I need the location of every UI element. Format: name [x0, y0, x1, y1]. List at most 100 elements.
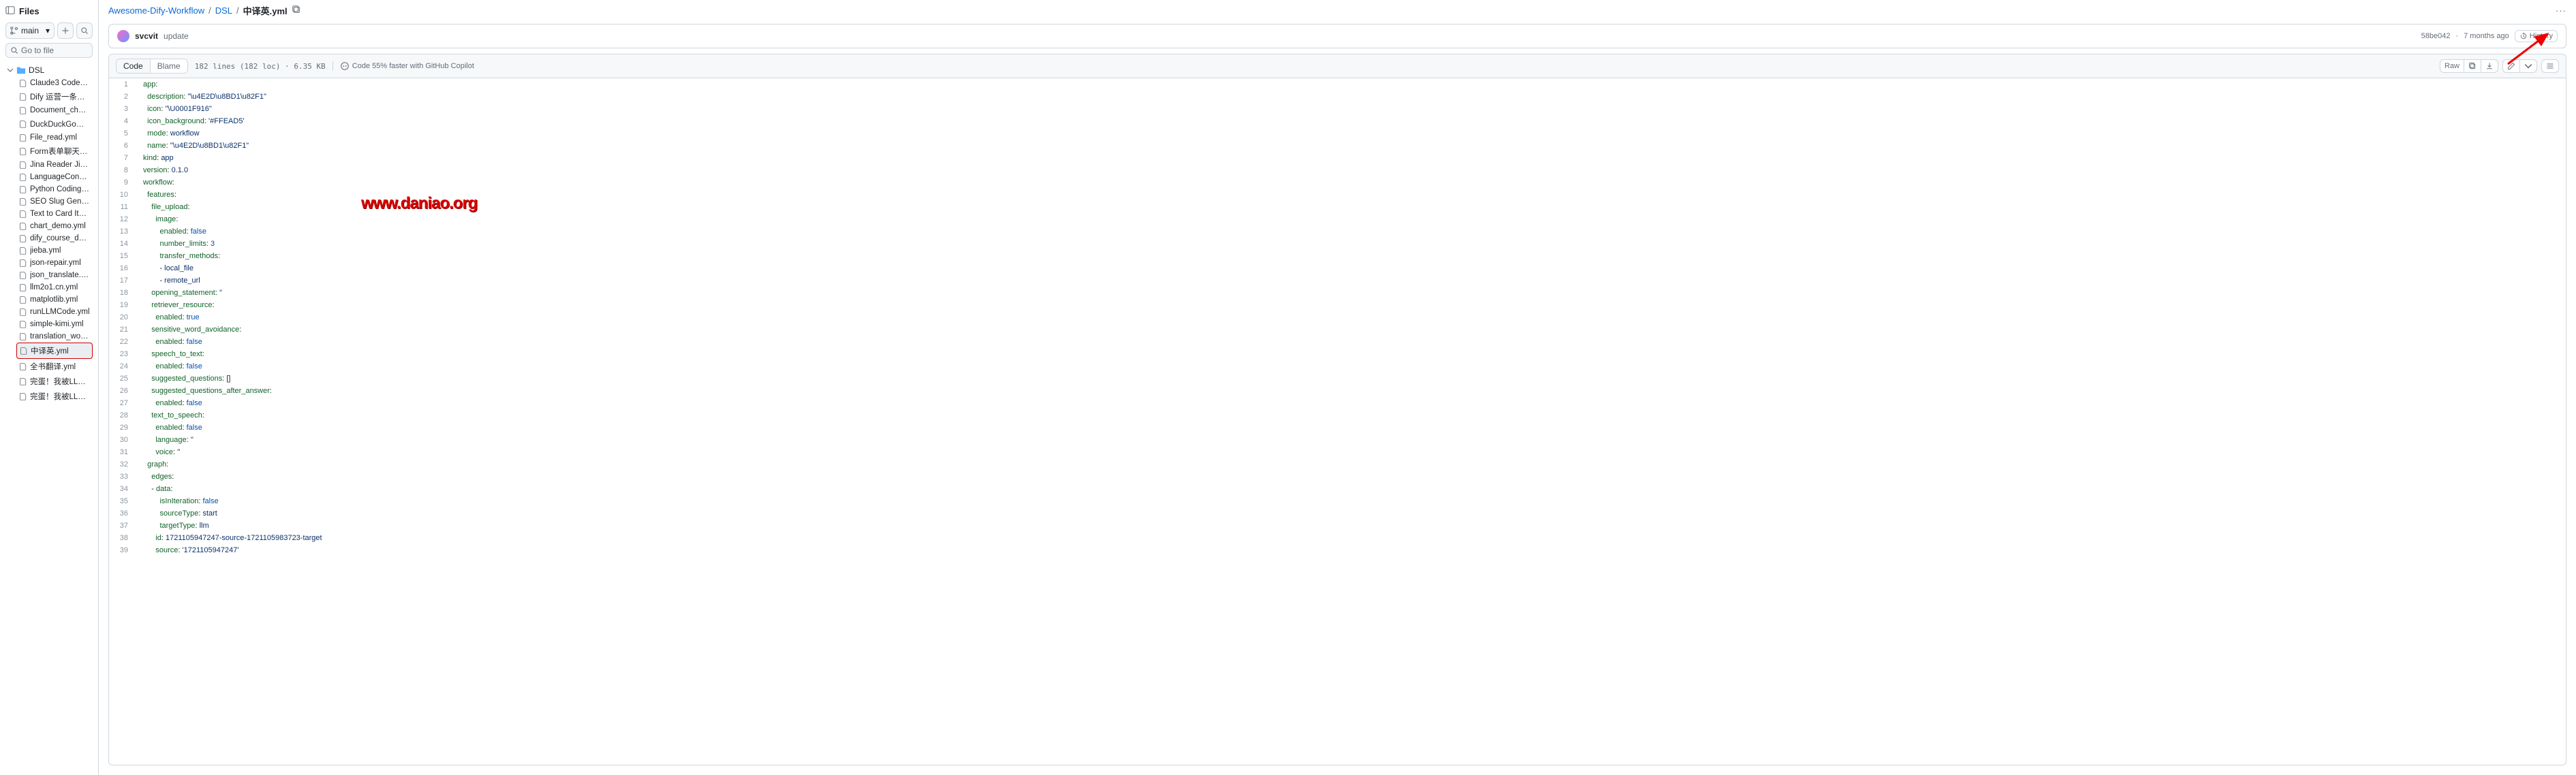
breadcrumb-repo[interactable]: Awesome-Dify-Workflow [108, 5, 204, 16]
file-tree-item[interactable]: DuckDuckGo翻译+LLM二次翻... [16, 116, 93, 131]
code-line: 19 retriever_resource: [109, 299, 2566, 311]
copilot-hint[interactable]: Code 55% faster with GitHub Copilot [332, 61, 474, 71]
code-line: 18 opening_statement: '' [109, 287, 2566, 299]
file-tree-item[interactable]: Python Coding Prompt.yml [16, 183, 93, 195]
pencil-icon [2507, 62, 2515, 70]
folder-dsl[interactable]: DSL [5, 63, 93, 77]
watermark: www.daniao.org [361, 194, 477, 213]
file-tree-item[interactable]: Document_chat_template.yml [16, 104, 93, 116]
file-tree-item[interactable]: LanguageConsistencyChecker.... [16, 171, 93, 183]
code-line: 35 isInIteration: false [109, 495, 2566, 507]
file-tree-item[interactable]: File_read.yml [16, 131, 93, 144]
file-tree-item[interactable]: Jina Reader Jinja.yml [16, 159, 93, 171]
code-line: 5 mode: workflow [109, 127, 2566, 140]
file-toolbar: Code Blame 182 lines (182 loc) · 6.35 KB… [108, 54, 2566, 78]
code-line: 29 enabled: false [109, 422, 2566, 434]
file-tree-item[interactable]: json_translate.yml [16, 269, 93, 281]
code-line: 2 description: "\u4E2D\u8BD1\u82F1" [109, 91, 2566, 103]
commit-age: 7 months ago [2464, 32, 2509, 40]
code-line: 12 image: [109, 213, 2566, 225]
code-line: 36 sourceType: start [109, 507, 2566, 520]
chevron-down-icon [7, 67, 14, 74]
search-tree-button[interactable] [76, 22, 93, 39]
files-heading: Files [19, 6, 40, 16]
file-tree-item[interactable]: 完蛋！我被LLM包围了！（精 [16, 389, 93, 404]
code-line: 3 icon: "\U0001F916" [109, 103, 2566, 115]
code-line: 38 id: 1721105947247-source-172110598372… [109, 532, 2566, 544]
download-button[interactable] [2481, 59, 2498, 73]
code-line: 34 - data: [109, 483, 2566, 495]
collapse-sidebar-icon[interactable] [5, 5, 15, 17]
breadcrumb-current: 中译英.yml [243, 4, 288, 17]
file-meta: 182 lines (182 loc) · 6.35 KB [195, 62, 326, 71]
code-line: 10 features: [109, 189, 2566, 201]
commit-sha[interactable]: 58be042 [2421, 32, 2451, 40]
file-tree-item[interactable]: 全书翻译.yml [16, 359, 93, 374]
code-line: 22 enabled: false [109, 336, 2566, 348]
breadcrumb-path[interactable]: DSL [215, 5, 232, 16]
code-line: 6 name: "\u4E2D\u8BD1\u82F1" [109, 140, 2566, 152]
code-line: 27 enabled: false [109, 397, 2566, 409]
copy-icon [2468, 62, 2477, 70]
folder-open-icon [16, 65, 26, 75]
commit-author[interactable]: svcvit [135, 31, 158, 41]
edit-button[interactable] [2502, 59, 2520, 73]
list-icon [2546, 62, 2554, 70]
add-file-button[interactable] [57, 22, 74, 39]
code-line: 24 enabled: false [109, 360, 2566, 373]
more-menu-button[interactable]: ··· [2556, 5, 2566, 16]
chevron-down-icon: ▾ [46, 26, 50, 35]
file-tree-item[interactable]: SEO Slug Generator.yml [16, 195, 93, 208]
code-line: 17 - remote_url [109, 274, 2566, 287]
code-line: 37 targetType: llm [109, 520, 2566, 532]
go-to-file-input[interactable]: Go to file [5, 43, 93, 58]
tab-blame[interactable]: Blame [150, 59, 187, 73]
copy-raw-button[interactable] [2464, 59, 2481, 73]
latest-commit-bar: svcvit update 58be042 · 7 months ago His… [108, 24, 2566, 48]
code-line: 9workflow: [109, 176, 2566, 189]
file-tree-item[interactable]: runLLMCode.yml [16, 306, 93, 318]
avatar[interactable] [117, 30, 129, 42]
history-button[interactable]: History [2515, 30, 2558, 42]
tab-code[interactable]: Code [117, 59, 150, 73]
file-tree-item[interactable]: chart_demo.yml [16, 220, 93, 232]
file-tree-item[interactable]: 中译英.yml [16, 343, 93, 359]
code-line: 11 file_upload: [109, 201, 2566, 213]
code-line: 15 transfer_methods: [109, 250, 2566, 262]
file-tree-item[interactable]: translation_workflow.yml [16, 330, 93, 343]
file-tree-item[interactable]: jieba.yml [16, 244, 93, 257]
code-line: 21 sensitive_word_avoidance: [109, 323, 2566, 336]
download-icon [2485, 62, 2494, 70]
search-icon [10, 46, 18, 54]
code-viewer[interactable]: www.daniao.org 1app:2 description: "\u4E… [108, 78, 2566, 765]
file-tree-item[interactable]: dify_course_demo.yml [16, 232, 93, 244]
code-line: 1app: [109, 78, 2566, 91]
code-line: 30 language: '' [109, 434, 2566, 446]
commit-message[interactable]: update [164, 31, 189, 41]
code-line: 39 source: '1721105947247' [109, 544, 2566, 556]
code-line: 23 speech_to_text: [109, 348, 2566, 360]
file-tree-item[interactable]: Dify 运营一条龙.yml [16, 89, 93, 104]
copy-path-icon[interactable] [292, 5, 301, 16]
code-line: 32 graph: [109, 458, 2566, 471]
file-tree-item[interactable]: Text to Card Iteration.yml [16, 208, 93, 220]
git-branch-icon [10, 27, 18, 35]
code-line: 33 edges: [109, 471, 2566, 483]
history-icon [2519, 32, 2528, 40]
breadcrumb: Awesome-Dify-Workflow / DSL / 中译英.yml ··… [99, 0, 2576, 21]
file-tree-item[interactable]: matplotlib.yml [16, 294, 93, 306]
file-tree-item[interactable]: llm2o1.cn.yml [16, 281, 93, 294]
file-tree-item[interactable]: Form表单聊天Demo.yml [16, 144, 93, 159]
code-line: 14 number_limits: 3 [109, 238, 2566, 250]
symbols-button[interactable] [2541, 59, 2559, 73]
file-tree-item[interactable]: Claude3 Code Translation.yml [16, 77, 93, 89]
code-line: 8version: 0.1.0 [109, 164, 2566, 176]
file-tree-item[interactable]: simple-kimi.yml [16, 318, 93, 330]
file-tree-item[interactable]: json-repair.yml [16, 257, 93, 269]
code-line: 20 enabled: true [109, 311, 2566, 323]
code-line: 7kind: app [109, 152, 2566, 164]
raw-button[interactable]: Raw [2440, 59, 2464, 73]
file-tree-item[interactable]: 完蛋！我被LLM包围了！.yml [16, 374, 93, 389]
edit-dropdown[interactable] [2520, 59, 2537, 73]
branch-select[interactable]: main ▾ [5, 22, 55, 39]
